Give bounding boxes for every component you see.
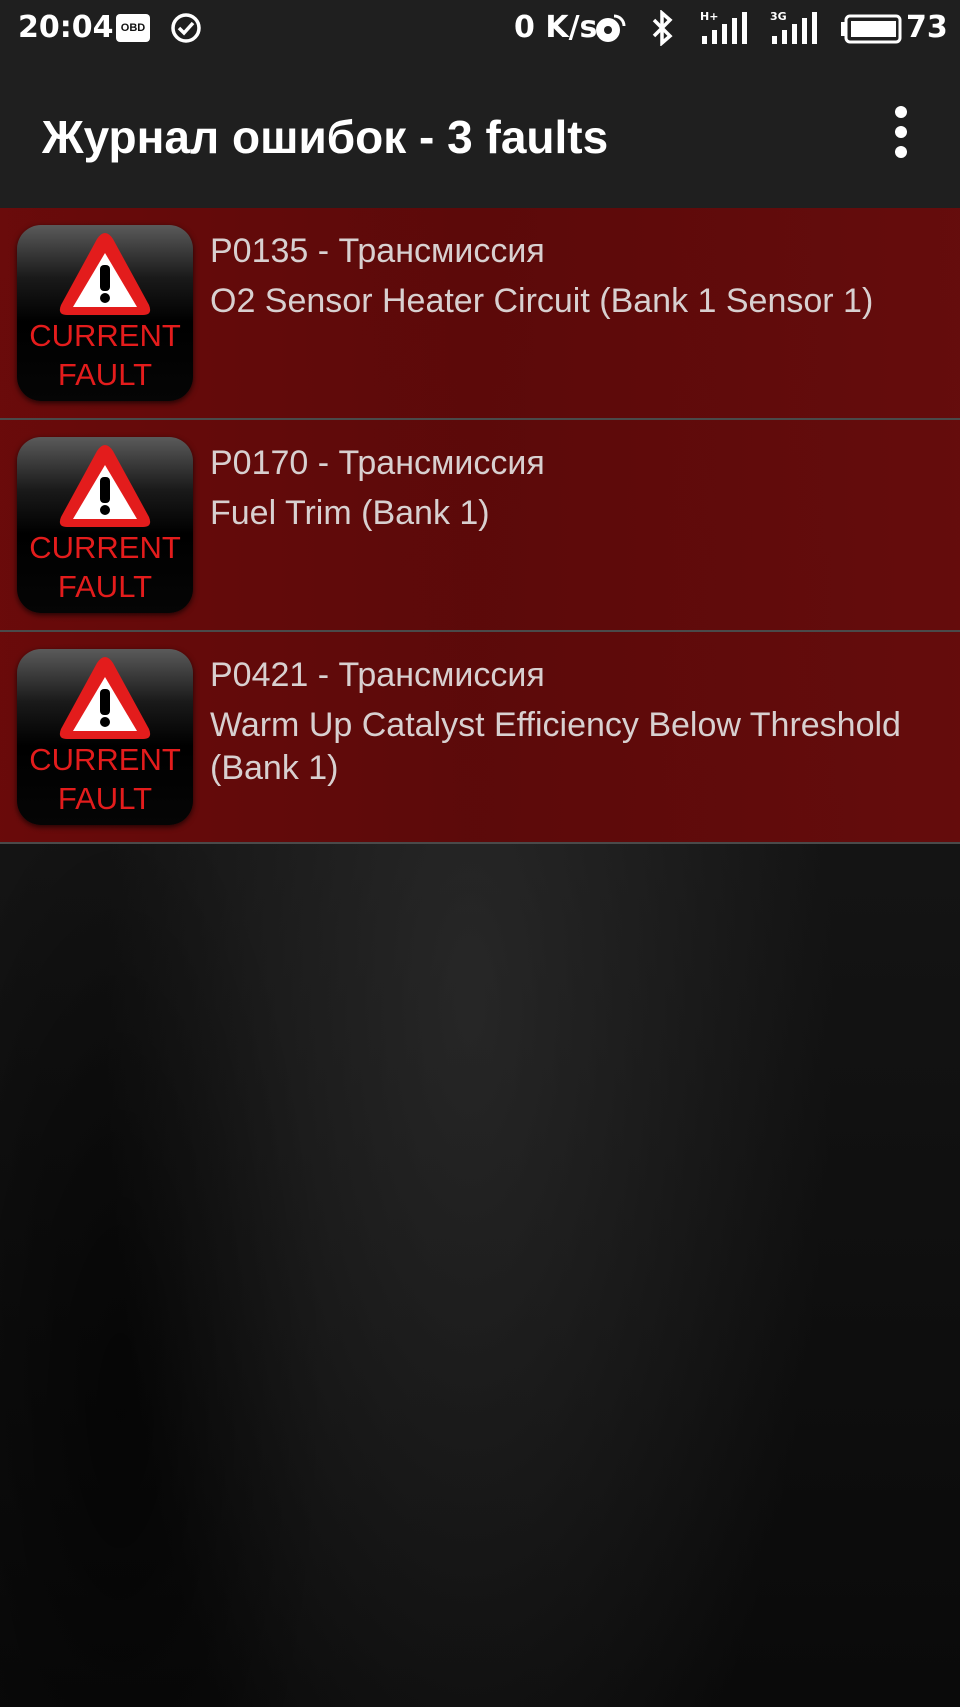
bluetooth-icon bbox=[652, 10, 673, 46]
fault-list: CURRENT FAULT P0135 - Трансмиссия O2 Sen… bbox=[0, 208, 960, 844]
svg-text:3G: 3G bbox=[770, 10, 787, 23]
battery-level: 73 bbox=[906, 10, 948, 45]
obd-notification-icon: OBD bbox=[116, 14, 150, 42]
fault-description: O2 Sensor Heater Circuit (Bank 1 Sensor … bbox=[210, 282, 874, 320]
page-title: Журнал ошибок - 3 faults bbox=[42, 111, 609, 163]
battery-icon bbox=[841, 14, 902, 44]
fault-code: P0421 - Трансмиссия bbox=[210, 656, 545, 694]
fault-icon-label-fault: FAULT bbox=[57, 781, 153, 816]
current-fault-icon: CURRENT FAULT bbox=[17, 649, 193, 825]
fault-description: Fuel Trim (Bank 1) bbox=[210, 494, 490, 532]
current-fault-icon: CURRENT FAULT bbox=[17, 225, 193, 401]
fault-item[interactable]: CURRENT FAULT P0170 - Трансмиссия Fuel T… bbox=[0, 420, 960, 632]
fault-code: P0170 - Трансмиссия bbox=[210, 444, 545, 482]
fault-icon-label-fault: FAULT bbox=[57, 357, 153, 392]
fault-description: Warm Up Catalyst Efficiency Below Thresh… bbox=[210, 706, 901, 787]
network-speed: 0 K/s bbox=[514, 10, 598, 45]
location-satellite-icon bbox=[596, 14, 626, 42]
fault-item[interactable]: CURRENT FAULT P0135 - Трансмиссия O2 Sen… bbox=[0, 208, 960, 420]
check-circle-icon bbox=[171, 13, 201, 43]
fault-item[interactable]: CURRENT FAULT P0421 - Трансмиссия Warm U… bbox=[0, 632, 960, 844]
status-bar: 20:04 OBD 0 K/s H+ 3G 73 bbox=[0, 0, 960, 58]
svg-text:H+: H+ bbox=[700, 10, 718, 23]
current-fault-icon: CURRENT FAULT bbox=[17, 437, 193, 613]
more-vert-icon[interactable] bbox=[880, 102, 922, 162]
fault-icon-label-current: CURRENT bbox=[29, 742, 181, 777]
signal-strength-icon-1: H+ bbox=[700, 10, 747, 44]
fault-icon-label-fault: FAULT bbox=[57, 569, 153, 604]
status-time: 20:04 bbox=[18, 10, 114, 45]
fault-icon-label-current: CURRENT bbox=[29, 530, 181, 565]
fault-code: P0135 - Трансмиссия bbox=[210, 232, 545, 270]
app-bar: Журнал ошибок - 3 faults bbox=[0, 58, 960, 208]
fault-icon-label-current: CURRENT bbox=[29, 318, 181, 353]
signal-strength-icon-2: 3G bbox=[770, 10, 817, 44]
